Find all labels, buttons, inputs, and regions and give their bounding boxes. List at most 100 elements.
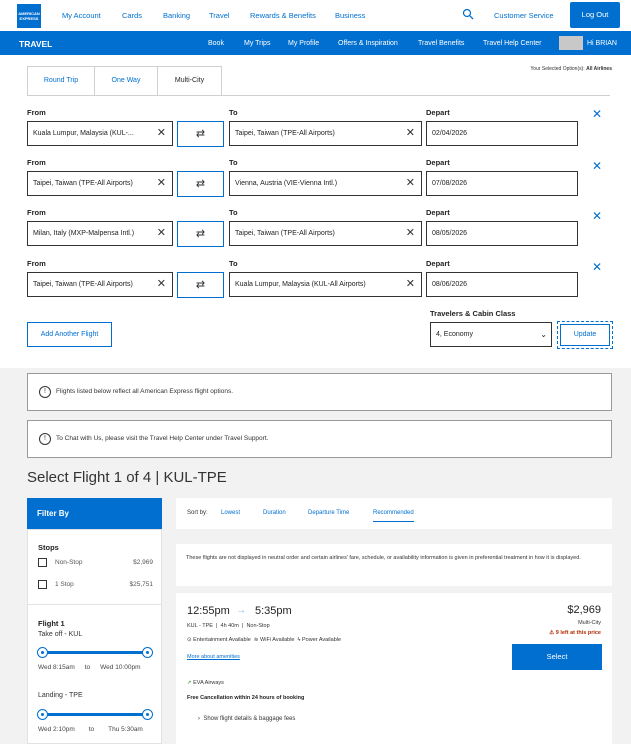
depart-date-input[interactable]: 08/06/2026 (426, 272, 578, 297)
from-label: From (27, 259, 46, 268)
to-input[interactable]: Vienna, Austria (VIE-Vienna Intl.) ✕ (229, 171, 422, 196)
amex-logo[interactable]: AMERICAN EXPRESS (17, 4, 41, 28)
checkbox[interactable] (38, 580, 47, 589)
nav-banking[interactable]: Banking (163, 11, 190, 20)
swap-icon: ⇄ (195, 228, 206, 240)
flight-result-card: 12:55pm → 5:35pm KUL - TPE | 4h 40m | No… (176, 593, 612, 744)
travel-nav-my-trips[interactable]: My Trips (244, 40, 270, 47)
depart-label: Depart (426, 108, 450, 117)
route: KUL - TPE (187, 623, 213, 629)
travel-nav-offers[interactable]: Offers & Inspiration (338, 40, 398, 47)
search-panel: Round Trip One Way Multi-City Your Selec… (0, 55, 631, 368)
to-input[interactable]: Taipei, Taiwan (TPE-All Airports) ✕ (229, 121, 422, 146)
tab-one-way[interactable]: One Way (94, 66, 158, 96)
from-value: Kuala Lumpur, Malaysia (KUL-... (33, 130, 134, 137)
filter-header: Filter By (27, 498, 162, 529)
landing-slider[interactable] (37, 709, 153, 720)
filter-1-stop[interactable]: 1 Stop $25,751 (38, 580, 153, 589)
more-about-amenities-link[interactable]: More about amenities (187, 654, 240, 660)
clear-icon[interactable]: ✕ (157, 122, 166, 145)
travel-nav-benefits[interactable]: Travel Benefits (418, 40, 464, 47)
depart-date-input[interactable]: 02/04/2026 (426, 121, 578, 146)
slider-handle[interactable] (142, 709, 153, 720)
to-input[interactable]: Kuala Lumpur, Malaysia (KUL-All Airports… (229, 272, 422, 297)
clear-icon[interactable]: ✕ (406, 172, 415, 195)
flight-price: $2,969 (567, 604, 601, 616)
sort-departure-time[interactable]: Departure Time (308, 510, 349, 516)
clear-icon[interactable]: ✕ (157, 273, 166, 296)
remove-flight-icon[interactable]: ✕ (592, 260, 602, 274)
tab-multi-city[interactable]: Multi-City (157, 66, 222, 96)
sort-label: Sort by: (187, 510, 208, 516)
clear-icon[interactable]: ✕ (406, 222, 415, 245)
depart-date-input[interactable]: 08/05/2026 (426, 221, 578, 246)
from-value: Taipei, Taiwan (TPE-All Airports) (33, 281, 133, 288)
add-another-flight-button[interactable]: Add Another Flight (27, 322, 112, 347)
slider-handle[interactable] (37, 647, 48, 658)
to-value: Taipei, Taiwan (TPE-All Airports) (235, 230, 335, 237)
takeoff-slider[interactable] (37, 647, 153, 658)
travelers-label: Travelers & Cabin Class (430, 309, 516, 318)
remove-flight-icon[interactable]: ✕ (592, 107, 602, 121)
update-button[interactable]: Update (557, 321, 613, 349)
remove-flight-icon[interactable]: ✕ (592, 209, 602, 223)
filter-nonstop[interactable]: Non-Stop $2,969 (38, 558, 153, 567)
travel-title[interactable]: TRAVEL (19, 39, 52, 49)
swap-button[interactable]: ⇄ (177, 272, 224, 298)
notice-banner: ! To Chat with Us, please visit the Trav… (27, 420, 612, 458)
landing-range: Wed 2:10pm to Thu 5:30am (38, 726, 143, 733)
from-input[interactable]: Kuala Lumpur, Malaysia (KUL-... ✕ (27, 121, 173, 146)
sort-duration[interactable]: Duration (263, 510, 286, 516)
clear-icon[interactable]: ✕ (157, 222, 166, 245)
flight-meta: KUL - TPE | 4h 40m | Non-Stop (187, 623, 270, 629)
seats-left-text: 9 left at this price (555, 630, 601, 636)
travel-nav-my-profile[interactable]: My Profile (288, 40, 319, 47)
depart-date-input[interactable]: 07/08/2026 (426, 171, 578, 196)
filter-panel: Stops Non-Stop $2,969 1 Stop $25,751 Fligh… (27, 529, 162, 744)
swap-button[interactable]: ⇄ (177, 121, 224, 147)
remove-flight-icon[interactable]: ✕ (592, 159, 602, 173)
depart-value: 08/05/2026 (432, 230, 468, 237)
sort-recommended[interactable]: Recommended (373, 510, 414, 522)
slider-handle[interactable] (37, 709, 48, 720)
logout-button[interactable]: Log Out (570, 2, 620, 28)
depart-value: 07/08/2026 (432, 180, 468, 187)
amenities: ⊙ Entertainment Available ≋ WiFi Availab… (187, 637, 341, 643)
tab-round-trip[interactable]: Round Trip (27, 66, 95, 96)
nav-travel[interactable]: Travel (209, 11, 230, 20)
tab-divider (27, 95, 610, 96)
sort-lowest[interactable]: Lowest (221, 510, 240, 516)
nav-business[interactable]: Business (335, 11, 365, 20)
customer-service-link[interactable]: Customer Service (494, 11, 554, 20)
arrive-time: 5:35pm (255, 605, 292, 617)
travel-nav-help-center[interactable]: Travel Help Center (483, 40, 542, 47)
from-value: Taipei, Taiwan (TPE-All Airports) (33, 180, 133, 187)
user-greeting[interactable]: Hi BRIAN (587, 40, 617, 47)
swap-button[interactable]: ⇄ (177, 171, 224, 197)
notice-text: Flights listed below reflect all America… (56, 388, 234, 395)
stops-title: Stops (38, 543, 59, 552)
checkbox[interactable] (38, 558, 47, 567)
to-input[interactable]: Taipei, Taiwan (TPE-All Airports) ✕ (229, 221, 422, 246)
nav-my-account[interactable]: My Account (62, 11, 101, 20)
select-flight-button[interactable]: Select (512, 644, 602, 670)
range-to: to (84, 664, 91, 671)
clear-icon[interactable]: ✕ (406, 273, 415, 296)
show-details-label: Show flight details & baggage fees (203, 716, 296, 722)
swap-button[interactable]: ⇄ (177, 221, 224, 247)
slider-handle[interactable] (142, 647, 153, 658)
divider (28, 604, 161, 605)
from-input[interactable]: Taipei, Taiwan (TPE-All Airports) ✕ (27, 272, 173, 297)
clear-icon[interactable]: ✕ (406, 122, 415, 145)
search-icon[interactable] (462, 8, 474, 20)
depart-label: Depart (426, 158, 450, 167)
card-avatar[interactable] (559, 36, 583, 50)
travel-nav-book[interactable]: Book (208, 40, 224, 47)
from-input[interactable]: Taipei, Taiwan (TPE-All Airports) ✕ (27, 171, 173, 196)
travelers-select[interactable]: 4, Economy ⌄ (430, 322, 552, 347)
clear-icon[interactable]: ✕ (157, 172, 166, 195)
show-flight-details-toggle[interactable]: › Show flight details & baggage fees (198, 716, 295, 722)
nav-rewards-benefits[interactable]: Rewards & Benefits (250, 11, 316, 20)
from-input[interactable]: Milan, Italy (MXP-Malpensa Intl.) ✕ (27, 221, 173, 246)
nav-cards[interactable]: Cards (122, 11, 142, 20)
